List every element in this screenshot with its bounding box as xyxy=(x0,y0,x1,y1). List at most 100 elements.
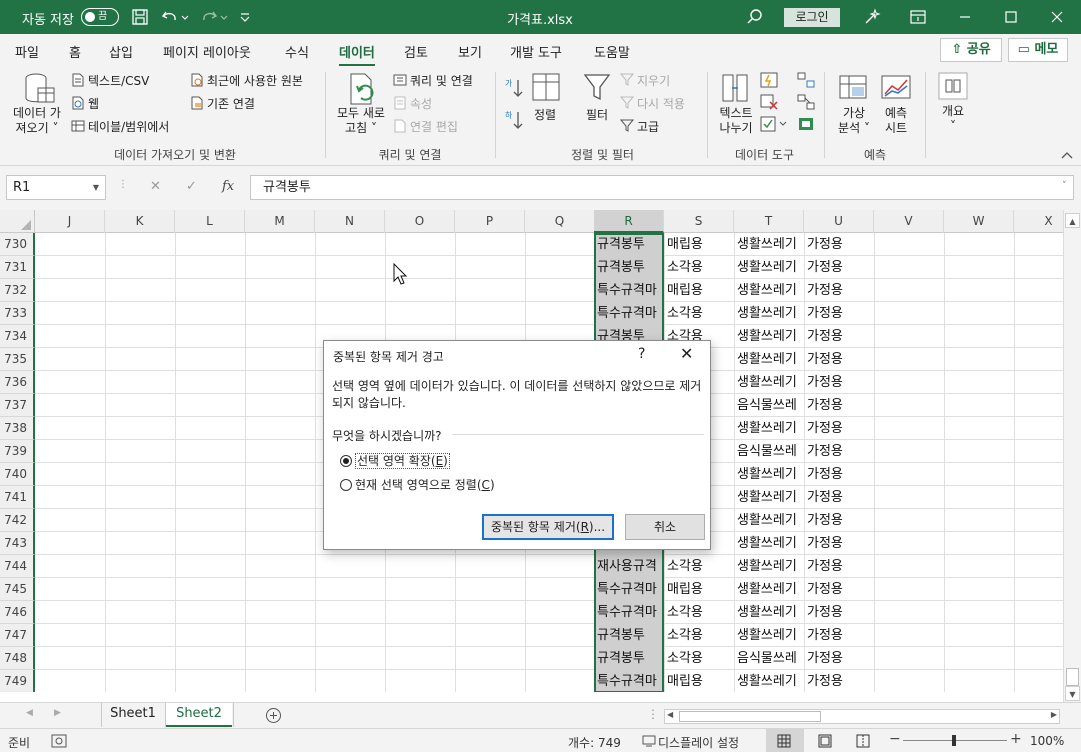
row-header[interactable]: 735 xyxy=(0,348,35,371)
column-header-r[interactable]: R xyxy=(594,210,664,233)
page-layout-view-icon[interactable] xyxy=(818,734,832,748)
cell-r[interactable]: 규격봉투 xyxy=(597,647,667,670)
insert-function-icon[interactable]: fx xyxy=(222,179,234,194)
edit-links-button[interactable]: 연결 편집 xyxy=(393,118,458,135)
accessibility-icon[interactable] xyxy=(51,734,67,748)
cell-u[interactable]: 가정용 xyxy=(807,509,873,532)
data-model-icon[interactable] xyxy=(797,116,815,132)
cell-u[interactable]: 가정용 xyxy=(807,578,873,601)
cell-s[interactable]: 매립용 xyxy=(667,233,737,256)
cell-t[interactable]: 생활쓰레기 xyxy=(737,371,807,394)
cell-r[interactable]: 규격봉투 xyxy=(597,233,667,256)
cell-r[interactable]: 특수규격마 xyxy=(597,279,667,302)
vertical-scroll-thumb[interactable] xyxy=(1066,668,1079,686)
cell-t[interactable]: 생활쓰레기 xyxy=(737,325,807,348)
maximize-icon[interactable] xyxy=(1001,7,1021,27)
row-header[interactable]: 737 xyxy=(0,394,35,417)
recent-sources-button[interactable]: 최근에 사용한 원본 xyxy=(190,72,303,89)
column-header-k[interactable]: K xyxy=(105,210,175,233)
cell-u[interactable]: 가정용 xyxy=(807,670,873,692)
relationships-icon[interactable] xyxy=(797,94,815,110)
sort-button[interactable]: 정렬 xyxy=(534,106,556,123)
cell-t[interactable]: 음식물쓰레 xyxy=(737,440,807,463)
tab-review[interactable]: 검토 xyxy=(404,42,428,61)
column-header-j[interactable]: J xyxy=(35,210,105,233)
get-data-button[interactable]: 데이터 가 져오기 ˅ xyxy=(11,106,63,136)
tab-insert[interactable]: 삽입 xyxy=(109,42,133,61)
cell-u[interactable]: 가정용 xyxy=(807,279,873,302)
cell-s[interactable]: 매립용 xyxy=(667,578,737,601)
consolidate-icon[interactable] xyxy=(797,72,815,88)
row-header[interactable]: 730 xyxy=(0,233,35,256)
close-window-icon[interactable] xyxy=(1047,7,1067,27)
cell-u[interactable]: 가정용 xyxy=(807,555,873,578)
cell-u[interactable]: 가정용 xyxy=(807,394,873,417)
horizontal-scroll-thumb[interactable] xyxy=(679,711,821,722)
cell-t[interactable]: 생활쓰레기 xyxy=(737,670,807,692)
sort-ascending-icon[interactable]: 가 xyxy=(504,76,524,100)
scroll-down-arrow-icon[interactable]: ▼ xyxy=(1065,686,1080,701)
column-header-p[interactable]: P xyxy=(455,210,525,233)
expand-selection-radio[interactable]: 선택 영역 확장(E) xyxy=(340,452,450,469)
cell-t[interactable]: 생활쓰레기 xyxy=(737,233,807,256)
tab-home[interactable]: 홈 xyxy=(69,42,81,61)
cell-u[interactable]: 가정용 xyxy=(807,233,873,256)
tab-file[interactable]: 파일 xyxy=(15,42,39,61)
row-header[interactable]: 743 xyxy=(0,532,35,555)
collapse-ribbon-icon[interactable] xyxy=(1060,150,1074,160)
help-icon[interactable]: ? xyxy=(638,346,645,362)
name-box[interactable]: R1 ▼ xyxy=(6,175,106,200)
refresh-all-button[interactable]: 모두 새로 고침 ˅ xyxy=(334,106,388,136)
row-header[interactable]: 738 xyxy=(0,417,35,440)
from-web-button[interactable]: 웹 xyxy=(71,95,99,112)
row-header[interactable]: 741 xyxy=(0,486,35,509)
cell-u[interactable]: 가정용 xyxy=(807,486,873,509)
row-header[interactable]: 740 xyxy=(0,463,35,486)
cell-r[interactable]: 규격봉투 xyxy=(597,256,667,279)
column-header-s[interactable]: S xyxy=(664,210,734,233)
cell-t[interactable]: 생활쓰레기 xyxy=(737,279,807,302)
scroll-up-arrow-icon[interactable]: ▲ xyxy=(1065,213,1080,228)
from-text-csv-button[interactable]: 텍스트/CSV xyxy=(71,72,149,89)
cell-r[interactable]: 특수규격마 xyxy=(597,601,667,624)
cell-t[interactable]: 생활쓰레기 xyxy=(737,624,807,647)
memo-button[interactable]: ▭ 메모 xyxy=(1008,38,1068,62)
cell-t[interactable]: 생활쓰레기 xyxy=(737,578,807,601)
redo-dropdown-icon[interactable] xyxy=(219,7,229,27)
minimize-icon[interactable] xyxy=(955,7,975,27)
cell-s[interactable]: 소각용 xyxy=(667,256,737,279)
row-header[interactable]: 733 xyxy=(0,302,35,325)
text-to-columns-button[interactable]: 텍스트 나누기 xyxy=(716,106,756,136)
zoom-in-icon[interactable]: + xyxy=(1010,731,1022,747)
continue-current-selection-radio[interactable]: 현재 선택 영역으로 정렬(C) xyxy=(340,476,495,493)
cell-t[interactable]: 생활쓰레기 xyxy=(737,532,807,555)
cell-t[interactable]: 생활쓰레기 xyxy=(737,302,807,325)
filter-button[interactable]: 필터 xyxy=(586,106,608,123)
cell-t[interactable]: 생활쓰레기 xyxy=(737,486,807,509)
advanced-filter-button[interactable]: 고급 xyxy=(620,118,659,135)
formula-input[interactable]: 규격봉투 xyxy=(250,175,1074,200)
sort-descending-icon[interactable]: 하 xyxy=(504,108,524,132)
cell-s[interactable]: 매립용 xyxy=(667,279,737,302)
column-header-o[interactable]: O xyxy=(385,210,455,233)
cell-t[interactable]: 생활쓰레기 xyxy=(737,256,807,279)
confirm-entry-icon[interactable]: ✓ xyxy=(186,179,197,194)
column-header-n[interactable]: N xyxy=(315,210,385,233)
tab-help[interactable]: 도움말 xyxy=(594,42,630,61)
ribbon-display-icon[interactable] xyxy=(908,7,928,27)
what-if-analysis-button[interactable]: 가상 분석 ˅ xyxy=(836,106,872,136)
cell-u[interactable]: 가정용 xyxy=(807,647,873,670)
cell-u[interactable]: 가정용 xyxy=(807,601,873,624)
cell-u[interactable]: 가정용 xyxy=(807,371,873,394)
cell-r[interactable]: 재사용규격 xyxy=(597,555,667,578)
cell-r[interactable]: 특수규격마 xyxy=(597,302,667,325)
cell-t[interactable]: 생활쓰레기 xyxy=(737,463,807,486)
sheet-tab-sheet1[interactable]: Sheet1 xyxy=(102,703,164,727)
cell-u[interactable]: 가정용 xyxy=(807,256,873,279)
cell-s[interactable]: 소각용 xyxy=(667,647,737,670)
cell-t[interactable]: 생활쓰레기 xyxy=(737,417,807,440)
cell-t[interactable]: 음식물쓰레 xyxy=(737,647,807,670)
row-header[interactable]: 732 xyxy=(0,279,35,302)
data-validation-icon[interactable] xyxy=(760,116,790,132)
cell-s[interactable]: 소각용 xyxy=(667,555,737,578)
